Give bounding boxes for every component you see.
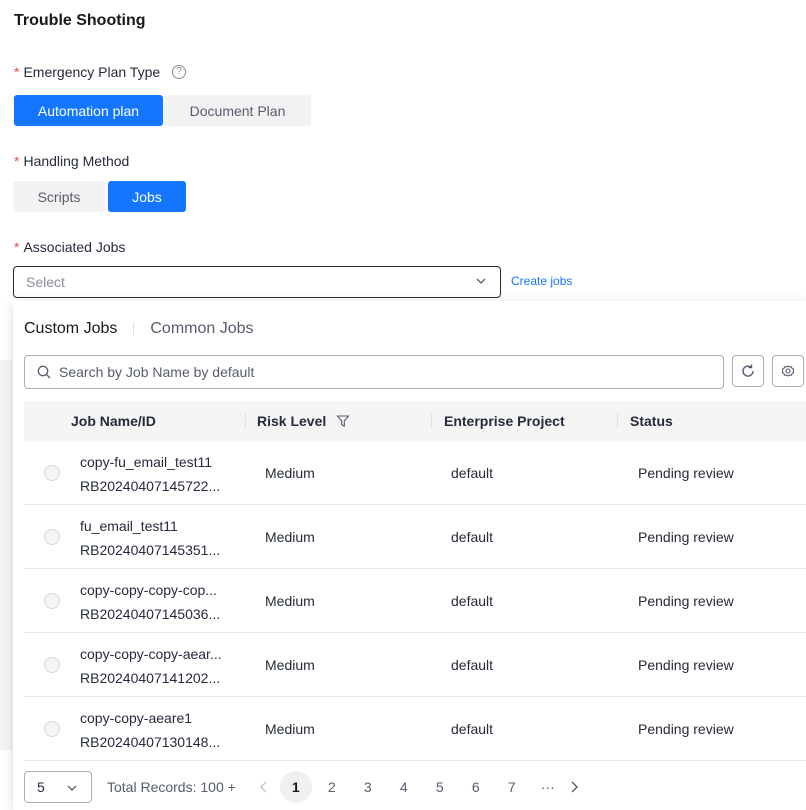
- handling-method-label-text: Handling Method: [23, 153, 130, 169]
- column-divider: [245, 413, 246, 429]
- emergency-plan-label-text: Emergency Plan Type: [23, 64, 161, 80]
- page-title: Trouble Shooting: [14, 12, 146, 29]
- page-7-button[interactable]: 7: [496, 771, 528, 803]
- jobs-button[interactable]: Jobs: [108, 181, 186, 212]
- row-radio[interactable]: [44, 465, 60, 481]
- job-id: RB20240407145351...: [80, 542, 221, 558]
- column-header-status: Status: [630, 413, 673, 429]
- row-radio[interactable]: [44, 593, 60, 609]
- create-jobs-link[interactable]: Create jobs: [511, 274, 572, 288]
- status: Pending review: [638, 465, 734, 481]
- page-5-button[interactable]: 5: [424, 771, 456, 803]
- required-mark: *: [14, 239, 20, 255]
- column-header-risk-level: Risk Level: [257, 401, 350, 441]
- enterprise-project: default: [451, 529, 494, 545]
- emergency-plan-label: * Emergency Plan Type ?: [14, 64, 187, 80]
- associated-jobs-select[interactable]: Select: [13, 266, 501, 298]
- help-icon[interactable]: ?: [172, 65, 187, 79]
- table-header: Job Name/ID Risk Level Enterprise Projec…: [24, 401, 806, 441]
- risk-level: Medium: [265, 657, 315, 673]
- document-plan-button[interactable]: Document Plan: [164, 95, 311, 126]
- page-size-select[interactable]: 5: [24, 771, 92, 803]
- handling-method-selector: Scripts Jobs: [13, 181, 186, 212]
- job-name: fu_email_test11: [80, 518, 178, 534]
- page-size-value: 5: [37, 779, 45, 795]
- column-header-enterprise-project: Enterprise Project: [444, 413, 565, 429]
- job-id: RB20240407145722...: [80, 478, 221, 494]
- page-2-button[interactable]: 2: [316, 771, 348, 803]
- gear-icon: [781, 365, 795, 377]
- next-page-button[interactable]: [564, 780, 584, 794]
- table-row[interactable]: copy-copy-copy-cop... RB20240407145036..…: [24, 569, 806, 633]
- status: Pending review: [638, 721, 734, 737]
- associated-jobs-label-text: Associated Jobs: [23, 239, 126, 255]
- required-mark: *: [14, 64, 20, 80]
- jobs-dropdown-panel: Custom Jobs Common Jobs Search by Job Na…: [13, 301, 806, 810]
- chevron-down-icon: [67, 785, 77, 791]
- enterprise-project: default: [451, 465, 494, 481]
- job-id: RB20240407141202...: [80, 670, 221, 686]
- page-ellipsis[interactable]: ···: [532, 771, 564, 803]
- status: Pending review: [638, 529, 734, 545]
- chevron-left-icon: [259, 781, 267, 793]
- column-header-job-name: Job Name/ID: [71, 413, 156, 429]
- page-1-button[interactable]: 1: [279, 771, 312, 803]
- handling-method-label: * Handling Method: [14, 153, 129, 169]
- refresh-button[interactable]: [732, 355, 764, 387]
- job-name: copy-copy-copy-cop...: [80, 582, 217, 598]
- search-placeholder: Search by Job Name by default: [59, 364, 255, 380]
- job-name: copy-copy-aeare1: [80, 710, 193, 726]
- table-row[interactable]: copy-copy-copy-aear... RB20240407141202.…: [24, 633, 806, 697]
- risk-level: Medium: [265, 529, 315, 545]
- page-4-button[interactable]: 4: [388, 771, 420, 803]
- enterprise-project: default: [451, 657, 494, 673]
- page-3-button[interactable]: 3: [352, 771, 384, 803]
- column-divider: [617, 413, 618, 429]
- job-id: RB20240407145036...: [80, 606, 221, 622]
- chevron-down-icon: [476, 278, 486, 284]
- filter-icon[interactable]: [336, 414, 350, 428]
- total-records: Total Records: 100 +: [107, 779, 236, 795]
- table-row[interactable]: fu_email_test11 RB20240407145351... Medi…: [24, 505, 806, 569]
- table-row[interactable]: copy-copy-aeare1 RB20240407130148... Med…: [24, 697, 806, 761]
- job-id: RB20240407130148...: [80, 734, 221, 750]
- risk-level-header-text: Risk Level: [257, 413, 327, 429]
- job-search-input[interactable]: Search by Job Name by default: [24, 355, 724, 389]
- job-tabs: Custom Jobs Common Jobs: [24, 320, 254, 338]
- prev-page-button[interactable]: [254, 780, 274, 794]
- background-strip: [0, 360, 13, 750]
- risk-level: Medium: [265, 465, 315, 481]
- row-radio[interactable]: [44, 721, 60, 737]
- required-mark: *: [14, 153, 20, 169]
- chevron-right-icon: [571, 781, 578, 793]
- scripts-button[interactable]: Scripts: [13, 181, 105, 212]
- tab-custom-jobs[interactable]: Custom Jobs: [24, 320, 117, 338]
- emergency-plan-selector: Automation plan Document Plan: [14, 95, 311, 126]
- refresh-icon: [742, 364, 754, 377]
- tab-common-jobs[interactable]: Common Jobs: [150, 320, 253, 338]
- tab-divider: [133, 322, 135, 336]
- status: Pending review: [638, 593, 734, 609]
- row-radio[interactable]: [44, 529, 60, 545]
- select-placeholder: Select: [26, 274, 65, 290]
- risk-level: Medium: [265, 721, 315, 737]
- row-radio[interactable]: [44, 657, 60, 673]
- enterprise-project: default: [451, 721, 494, 737]
- column-divider: [431, 413, 432, 429]
- associated-jobs-label: * Associated Jobs: [14, 239, 125, 255]
- job-name: copy-copy-copy-aear...: [80, 646, 222, 662]
- risk-level: Medium: [265, 593, 315, 609]
- status: Pending review: [638, 657, 734, 673]
- table-row[interactable]: copy-fu_email_test11 RB20240407145722...…: [24, 441, 806, 505]
- pagination: 5 Total Records: 100 + 1 2 3 4 5 6 7 ···: [24, 771, 584, 803]
- page-6-button[interactable]: 6: [460, 771, 492, 803]
- settings-button[interactable]: [772, 355, 804, 387]
- enterprise-project: default: [451, 593, 494, 609]
- automation-plan-button[interactable]: Automation plan: [14, 95, 163, 126]
- job-name: copy-fu_email_test11: [80, 454, 213, 470]
- search-icon: [37, 365, 51, 379]
